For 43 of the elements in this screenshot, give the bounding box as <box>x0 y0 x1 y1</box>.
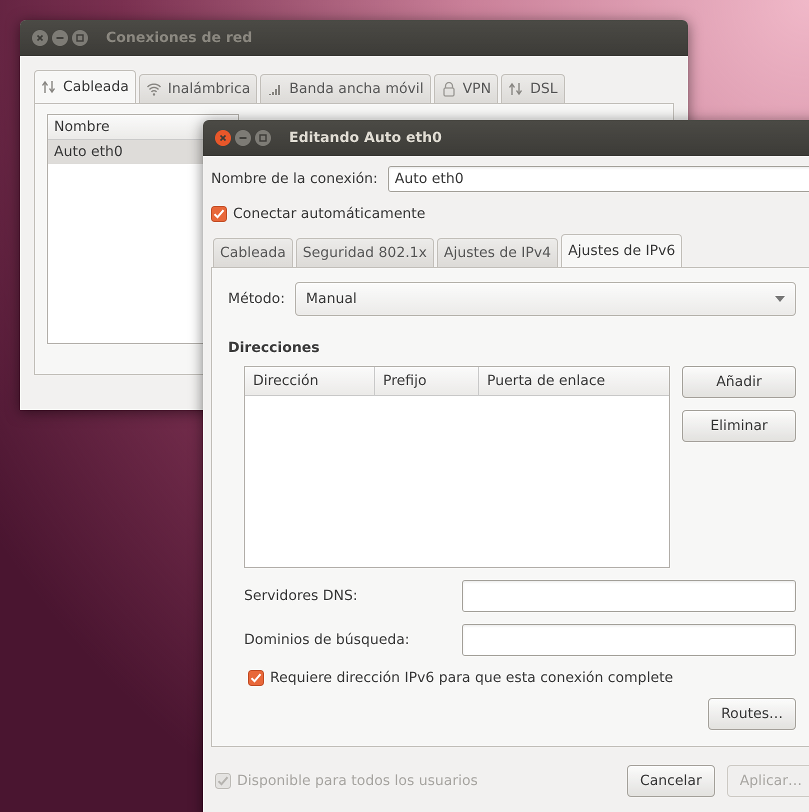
maximize-icon[interactable] <box>72 30 88 46</box>
checkbox[interactable] <box>248 670 264 686</box>
cancel-button[interactable]: Cancelar <box>626 765 715 797</box>
maximize-icon[interactable] <box>255 130 271 146</box>
wired-arrows-icon <box>41 79 57 95</box>
connection-name-label: Nombre de la conexión: <box>211 171 378 187</box>
section-heading: Direcciones <box>228 340 321 356</box>
minimize-icon[interactable] <box>235 130 251 146</box>
column-header[interactable]: Prefijo <box>375 367 479 395</box>
tab[interactable]: VPN <box>434 74 498 103</box>
checkbox-label: Conectar automáticamente <box>233 206 426 222</box>
minimize-icon[interactable] <box>52 30 68 46</box>
routes-button[interactable]: Routes… <box>708 698 796 730</box>
close-icon[interactable] <box>32 30 48 46</box>
dns-label: Servidores DNS: <box>244 588 359 604</box>
address-button[interactable]: Añadir <box>682 366 796 398</box>
window-title: Conexiones de red <box>106 30 252 46</box>
tab[interactable]: Ajustes de IPv6 <box>561 234 682 267</box>
connection-name-field[interactable]: Auto eth0 <box>388 166 809 192</box>
search-domains-label: Dominios de búsqueda: <box>244 632 411 648</box>
method-label: Método: <box>228 291 285 307</box>
wifi-icon <box>146 81 162 97</box>
address-button[interactable]: Eliminar <box>682 410 796 442</box>
column-header[interactable]: Puerta de enlace <box>479 367 669 395</box>
search-domains-field[interactable] <box>462 624 796 656</box>
close-icon[interactable] <box>215 130 231 146</box>
checkbox-label: Disponible para todos los usuarios <box>237 773 478 789</box>
tab[interactable]: DSL <box>501 74 565 103</box>
checkbox[interactable] <box>211 206 227 222</box>
checkbox-label: Requiere dirección IPv6 para que esta conexión complete <box>270 670 674 686</box>
tab[interactable]: Inalámbrica <box>138 74 258 103</box>
tab[interactable]: Ajustes de IPv4 <box>436 238 558 267</box>
dns-field[interactable] <box>462 580 796 612</box>
dropdown-arrow-icon <box>775 296 785 302</box>
window-title: Editando Auto eth0 <box>289 130 442 146</box>
tab[interactable]: Cableada <box>34 70 136 103</box>
tab[interactable]: Cableada <box>213 238 293 267</box>
lock-icon <box>440 81 457 97</box>
column-header[interactable]: Dirección <box>245 367 375 395</box>
tab[interactable]: Banda ancha móvil <box>260 74 431 103</box>
dsl-arrows-icon <box>508 81 524 97</box>
method-dropdown[interactable]: Manual <box>294 282 796 316</box>
tab[interactable]: Seguridad 802.1x <box>296 238 434 267</box>
